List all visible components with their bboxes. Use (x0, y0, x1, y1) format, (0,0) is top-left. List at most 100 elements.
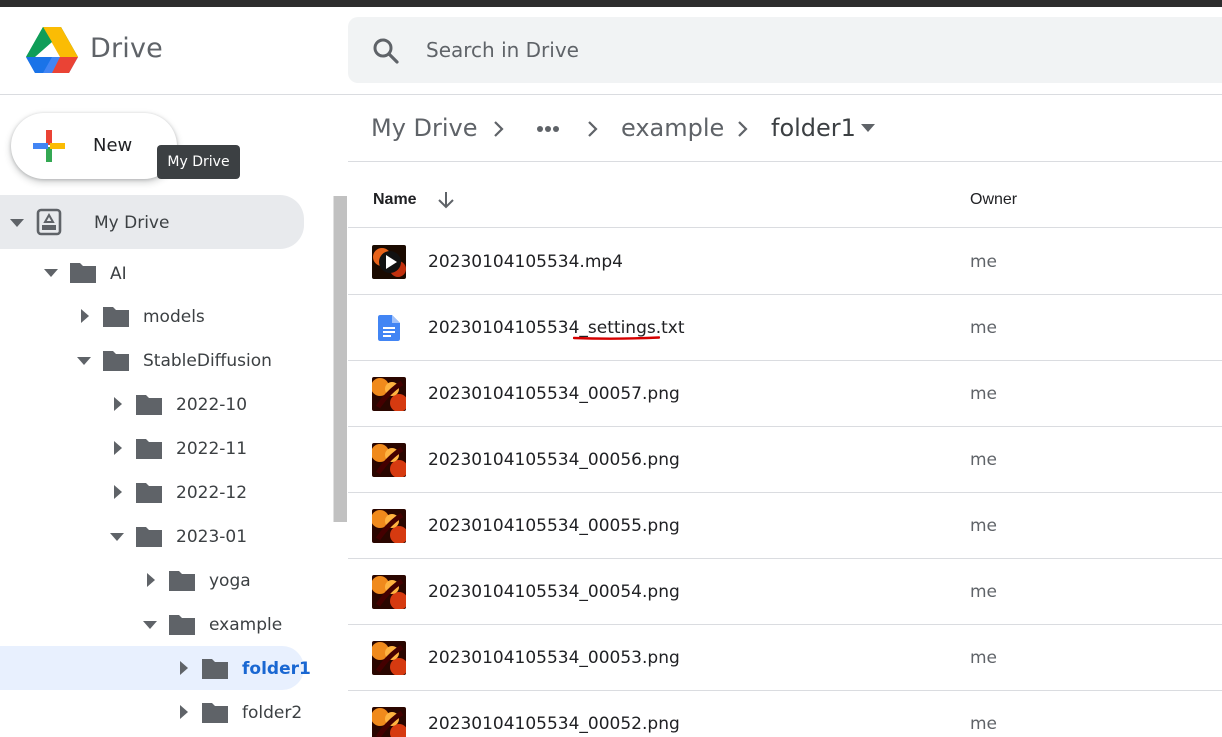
image-thumbnail-icon (372, 641, 406, 675)
chevron-right-icon (738, 121, 748, 137)
image-thumbnail-icon (372, 707, 406, 737)
tree-item-folder2[interactable]: folder2 (0, 691, 304, 735)
breadcrumb: My Drive example folder1 (348, 96, 1222, 162)
more-horiz-icon[interactable] (536, 125, 560, 133)
tree-item-label: yoga (209, 571, 251, 591)
tree-item-label: 2022-11 (176, 439, 248, 459)
tree-item-models[interactable]: models (0, 295, 304, 339)
tooltip: My Drive (157, 145, 240, 179)
tree-item-ai[interactable]: AI (0, 251, 304, 295)
tree-item-example[interactable]: example (0, 603, 304, 647)
file-owner: me (970, 714, 998, 734)
folder-icon (136, 483, 162, 503)
sidebar: New My Drive AI models StableDiffusion 2… (0, 96, 334, 737)
image-thumbnail-icon (372, 377, 406, 411)
folder-icon (169, 615, 195, 635)
tree-item-yoga[interactable]: yoga (0, 559, 304, 603)
folder-icon (136, 395, 162, 415)
app-name: Drive (90, 33, 163, 64)
folder-icon (202, 703, 228, 723)
file-row[interactable]: 20230104105534_00053.png me (348, 625, 1222, 691)
breadcrumb-my-drive[interactable]: My Drive (371, 114, 478, 142)
folder-icon (136, 527, 162, 547)
expand-arrow-icon[interactable] (180, 705, 188, 719)
file-row[interactable]: 20230104105534_settings.txt me (348, 295, 1222, 361)
chevron-right-icon (494, 121, 504, 137)
expand-arrow-icon[interactable] (81, 309, 89, 323)
folder-icon (136, 439, 162, 459)
collapse-arrow-icon[interactable] (44, 269, 58, 277)
file-list-header: Name Owner (348, 163, 1222, 228)
window-top-strip (0, 0, 1222, 7)
sort-arrow-down-icon[interactable] (436, 190, 456, 210)
my-drive-icon (36, 208, 62, 236)
tree-item-2022-11[interactable]: 2022-11 (0, 427, 304, 471)
file-row[interactable]: 20230104105534_00056.png me (348, 427, 1222, 493)
tree-item-label: 2023-01 (176, 527, 248, 547)
tree-item-label: folder1 (242, 659, 311, 679)
expand-arrow-icon[interactable] (114, 397, 122, 411)
search-icon[interactable] (372, 37, 400, 65)
file-name: 20230104105534_00056.png (428, 450, 680, 470)
file-row[interactable]: 20230104105534_00054.png me (348, 559, 1222, 625)
tree-item-2023-01[interactable]: 2023-01 (0, 515, 304, 559)
file-row[interactable]: 20230104105534_00055.png me (348, 493, 1222, 559)
folder-icon (103, 351, 129, 371)
column-header-owner[interactable]: Owner (970, 191, 1017, 209)
tree-item-label: folder2 (242, 703, 303, 723)
tree-item-2022-10[interactable]: 2022-10 (0, 383, 304, 427)
file-name: 20230104105534_00055.png (428, 516, 680, 536)
breadcrumb-example[interactable]: example (621, 114, 724, 142)
file-row[interactable]: 20230104105534_00052.png me (348, 691, 1222, 737)
new-button[interactable]: New (11, 113, 177, 179)
tree-item-folder1[interactable]: folder1 (0, 646, 311, 690)
file-row[interactable]: 20230104105534.mp4 me (348, 229, 1222, 295)
expand-arrow-icon[interactable] (114, 485, 122, 499)
caret-down-icon[interactable] (861, 124, 875, 132)
image-thumbnail-icon (372, 575, 406, 609)
file-owner: me (970, 450, 998, 470)
chevron-right-icon (588, 121, 598, 137)
collapse-arrow-icon[interactable] (77, 357, 91, 365)
file-owner: me (970, 516, 998, 536)
sidebar-item-my-drive[interactable]: My Drive (0, 195, 304, 249)
tree-item-label: 2022-12 (176, 483, 248, 503)
video-thumbnail-icon (372, 245, 406, 279)
breadcrumb-current-folder[interactable]: folder1 (771, 114, 856, 142)
file-owner: me (970, 318, 998, 338)
folder-icon (202, 659, 228, 679)
expand-arrow-icon[interactable] (147, 573, 155, 587)
search-input[interactable] (426, 27, 1126, 73)
image-thumbnail-icon (372, 509, 406, 543)
google-drive-logo-icon[interactable] (26, 27, 78, 73)
sidebar-item-label: My Drive (94, 213, 170, 233)
file-name: 20230104105534_00057.png (428, 384, 680, 404)
plus-icon (33, 130, 65, 162)
new-button-label: New (93, 135, 133, 156)
tree-item-label: models (143, 307, 205, 327)
column-header-name[interactable]: Name (373, 191, 417, 209)
file-row[interactable]: 20230104105534_00057.png me (348, 361, 1222, 427)
search-bar[interactable] (348, 17, 1222, 83)
expand-arrow-icon[interactable] (114, 441, 122, 455)
folder-icon (169, 571, 195, 591)
tree-item-label: AI (110, 264, 127, 284)
file-name: 20230104105534_00053.png (428, 648, 680, 668)
red-underline-annotation (573, 336, 660, 340)
collapse-arrow-icon[interactable] (110, 533, 124, 541)
file-owner: me (970, 384, 998, 404)
sidebar-scrollbar[interactable] (333, 196, 347, 522)
header: Drive (0, 7, 1222, 95)
image-thumbnail-icon (372, 443, 406, 477)
file-owner: me (970, 648, 998, 668)
file-owner: me (970, 252, 998, 272)
file-owner: me (970, 582, 998, 602)
tree-item-stablediffusion[interactable]: StableDiffusion (0, 339, 304, 383)
tree-item-label: StableDiffusion (143, 351, 272, 371)
tree-item-2022-12[interactable]: 2022-12 (0, 471, 304, 515)
expand-arrow-icon[interactable] (180, 661, 188, 675)
collapse-arrow-icon[interactable] (10, 219, 24, 227)
folder-icon (70, 263, 96, 283)
tree-item-label: 2022-10 (176, 395, 248, 415)
collapse-arrow-icon[interactable] (143, 621, 157, 629)
